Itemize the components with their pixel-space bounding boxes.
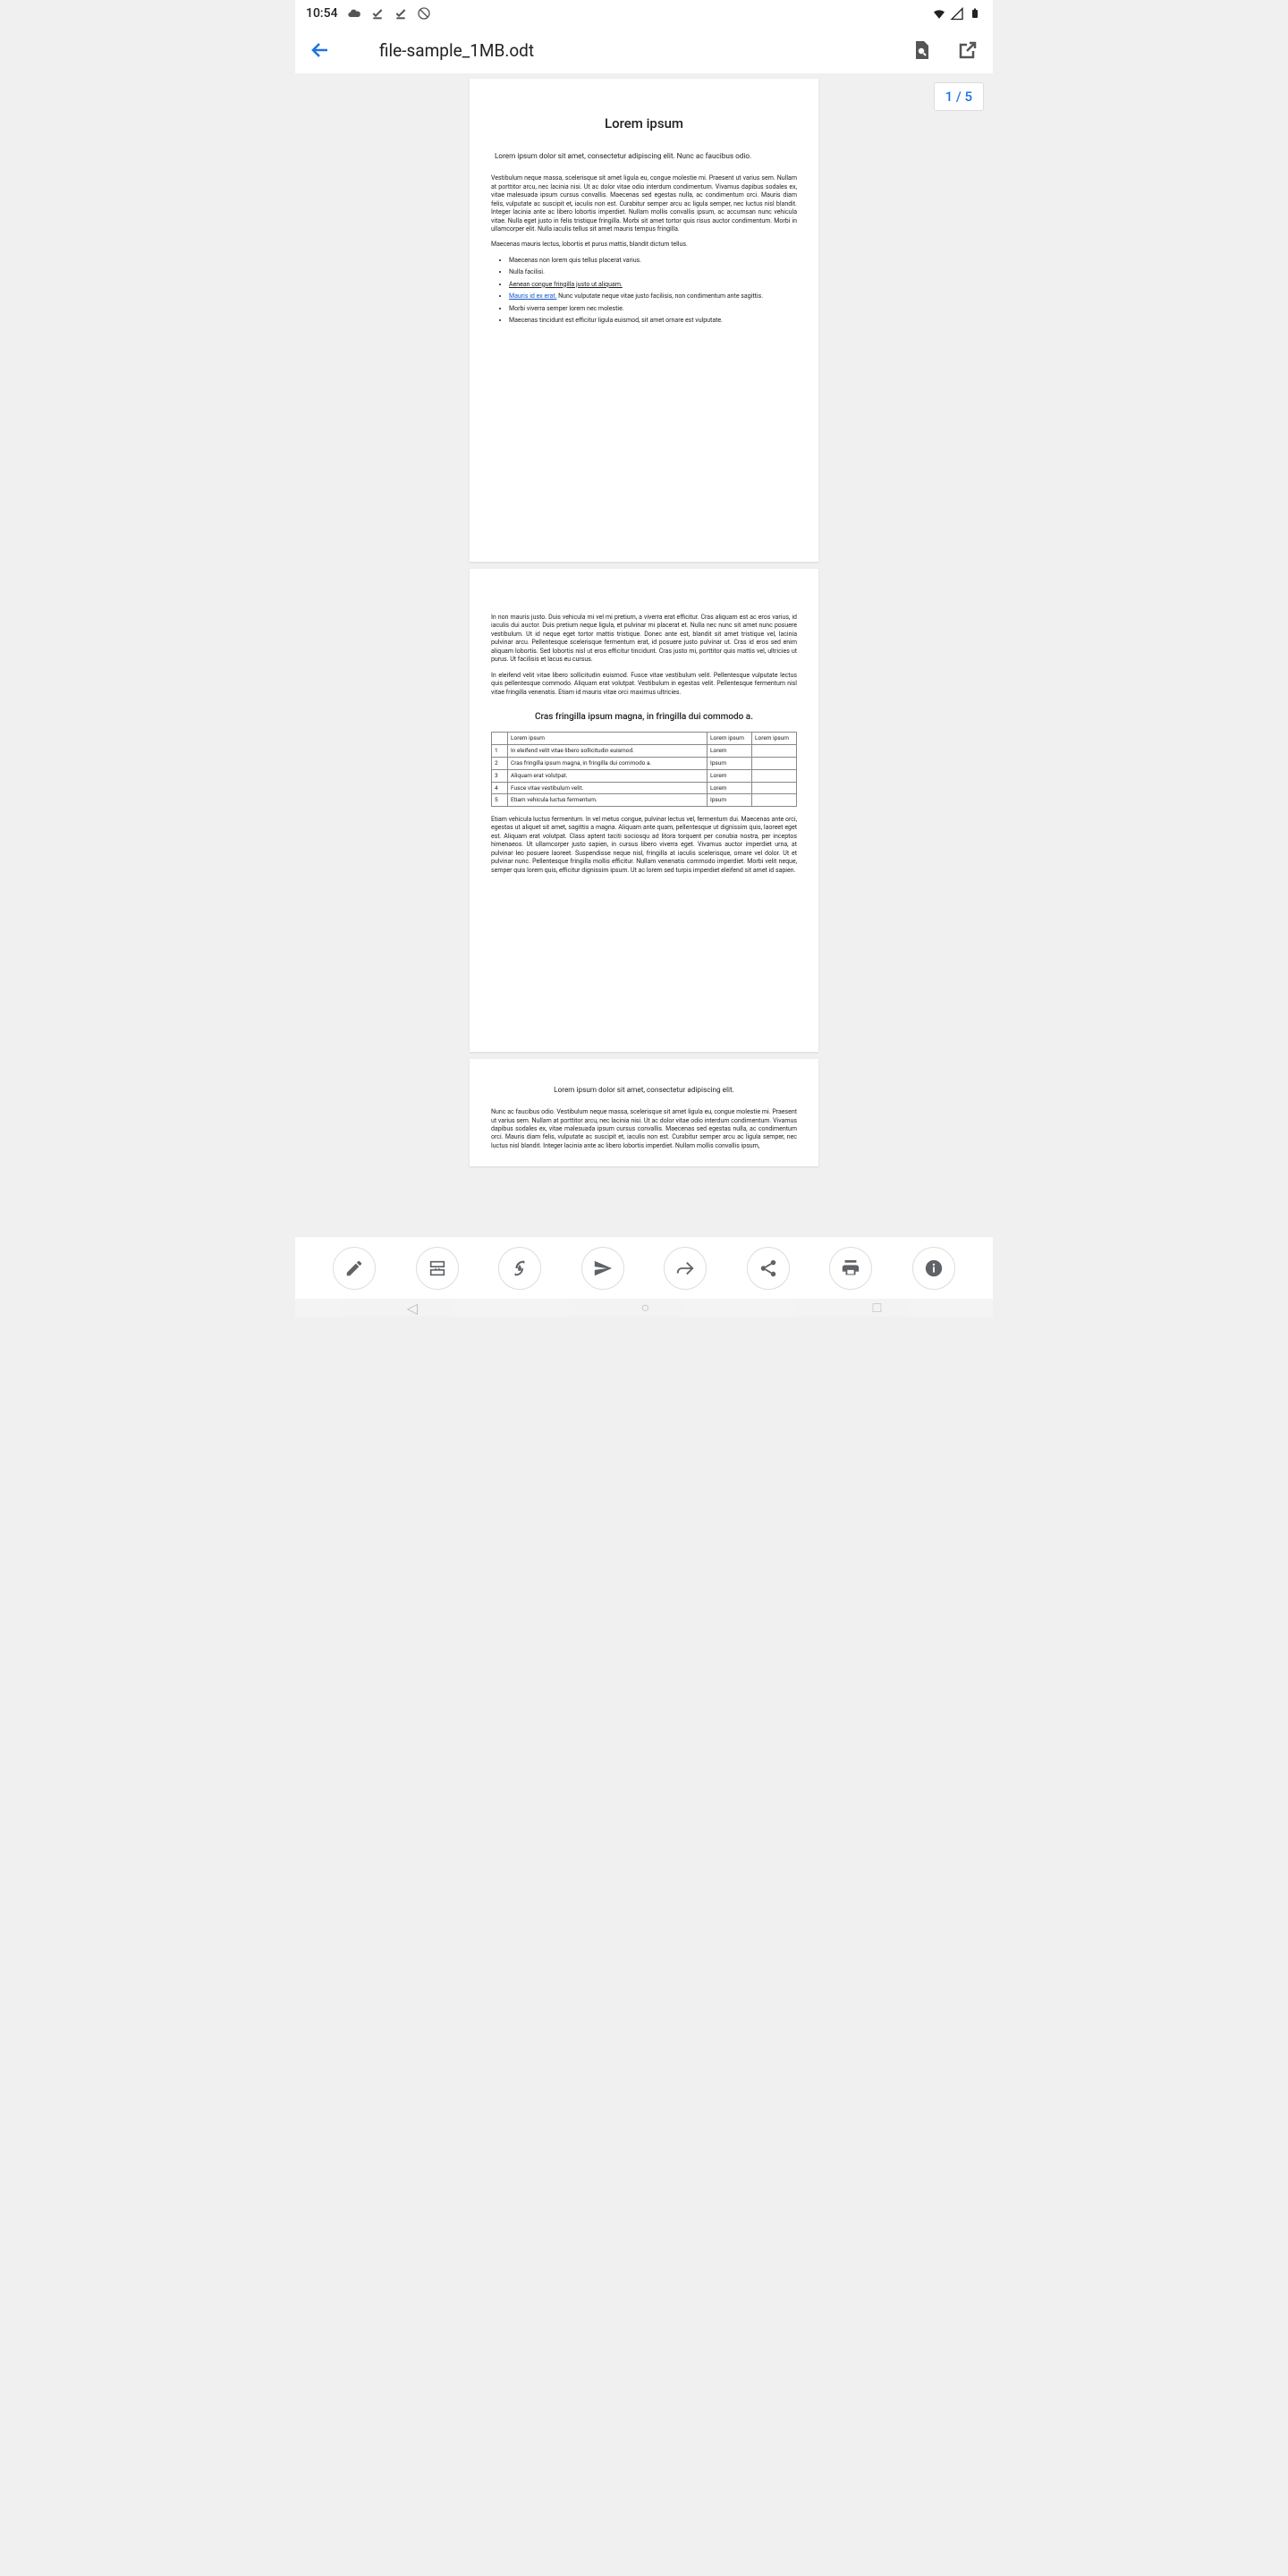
- table-header: Lorem ipsum: [508, 733, 708, 745]
- system-nav-bar: ◁ ○ □: [295, 1299, 993, 1317]
- list-item: Aenean congue fringilla justo ut aliquam…: [509, 281, 797, 289]
- nav-back-icon[interactable]: ◁: [407, 1300, 418, 1317]
- status-left: 10:54: [306, 6, 431, 21]
- table-row: Lorem ipsum Lorem ipsum Lorem ipsum: [492, 733, 797, 745]
- status-bar: 10:54: [295, 0, 993, 27]
- underlined-text: Aenean congue fringilla justo ut aliquam…: [509, 281, 623, 288]
- doc-paragraph: Vestibulum neque massa, scelerisque sit …: [491, 174, 797, 233]
- list-item: Nulla facilisi.: [509, 268, 797, 276]
- status-right: [932, 6, 982, 21]
- cloud-icon: [347, 6, 361, 21]
- battery-icon: [968, 6, 982, 21]
- file-title: file-sample_1MB.odt: [379, 40, 534, 61]
- doc-paragraph: Maecenas mauris lectus, lobortis et puru…: [491, 241, 797, 249]
- doc-intro: Lorem ipsum dolor sit amet, consectetur …: [491, 152, 797, 162]
- send-button[interactable]: [581, 1247, 624, 1290]
- table-row: 2Cras fringilla ipsum magna, in fringill…: [492, 757, 797, 769]
- doc-title: Lorem ipsum: [491, 114, 797, 132]
- sync-off-icon: [417, 6, 431, 21]
- doc-list: Maecenas non lorem quis tellus placerat …: [491, 257, 797, 326]
- check-icon: [394, 6, 408, 21]
- nav-home-icon[interactable]: ○: [640, 1299, 649, 1317]
- edit-button[interactable]: [333, 1247, 376, 1290]
- check-icon: [370, 6, 385, 21]
- back-button[interactable]: [309, 39, 331, 61]
- list-item-text: Nunc vulputate neque vitae justo facilis…: [556, 292, 763, 300]
- rotation-lock-button[interactable]: [498, 1247, 541, 1290]
- list-item: Maecenas tincidunt est efficitur ligula …: [509, 317, 797, 325]
- doc-paragraph: In non mauris justo. Duis vehicula mi ve…: [491, 614, 797, 665]
- list-item: Mauris id ex erat. Nunc vulputate neque …: [509, 292, 797, 301]
- forward-button[interactable]: [664, 1247, 707, 1290]
- document-viewer[interactable]: 1 / 5 Lorem ipsum Lorem ipsum dolor sit …: [295, 73, 993, 1236]
- doc-paragraph: Etiam vehicula luctus fermentum. In vel …: [491, 816, 797, 875]
- nav-recent-icon[interactable]: □: [873, 1299, 882, 1317]
- print-button[interactable]: [829, 1247, 872, 1290]
- page-indicator: 1 / 5: [934, 82, 984, 111]
- open-external-button[interactable]: [957, 39, 979, 61]
- read-mode-button[interactable]: [416, 1247, 459, 1290]
- table-row: 4Fusce vitae vestibulum velit.Lorem: [492, 782, 797, 794]
- list-item: Morbi viverra semper lorem nec molestie.: [509, 305, 797, 313]
- table-row: 1In eleifend velit vitae libero sollicit…: [492, 745, 797, 758]
- share-button[interactable]: [747, 1247, 790, 1290]
- table-header: Lorem ipsum: [708, 733, 752, 745]
- table-row: 3Aliquam erat volutpat.Lorem: [492, 769, 797, 782]
- signal-icon: [950, 6, 964, 21]
- wifi-icon: [932, 6, 946, 21]
- document-page: In non mauris justo. Duis vehicula mi ve…: [470, 569, 818, 1052]
- status-time: 10:54: [306, 6, 338, 21]
- document-page: Lorem ipsum dolor sit amet, consectetur …: [470, 1059, 818, 1166]
- doc-table: Lorem ipsum Lorem ipsum Lorem ipsum 1In …: [491, 732, 797, 807]
- bottom-toolbar: [295, 1236, 993, 1299]
- doc-heading: Lorem ipsum dolor sit amet, consectetur …: [491, 1086, 797, 1096]
- list-item: Maecenas non lorem quis tellus placerat …: [509, 257, 797, 265]
- app-bar: file-sample_1MB.odt: [295, 27, 993, 73]
- info-button[interactable]: [912, 1247, 955, 1290]
- document-page: Lorem ipsum Lorem ipsum dolor sit amet, …: [470, 79, 818, 562]
- find-in-file-button[interactable]: [911, 39, 932, 61]
- table-header: Lorem ipsum: [752, 733, 797, 745]
- table-row: 5Etiam vehicula luctus fermentum.Ipsum: [492, 794, 797, 807]
- doc-heading: Cras fringilla ipsum magna, in fringilla…: [491, 711, 797, 724]
- doc-link[interactable]: Mauris id ex erat.: [509, 292, 556, 300]
- doc-paragraph: In eleifend velit vitae libero sollicitu…: [491, 672, 797, 697]
- doc-paragraph: Nunc ac faucibus odio. Vestibulum neque …: [491, 1108, 797, 1150]
